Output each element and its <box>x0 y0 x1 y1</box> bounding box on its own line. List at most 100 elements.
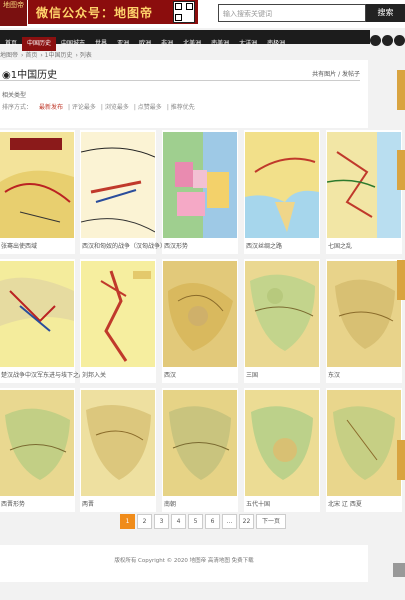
main-nav: 首页 中国历史 中国城市 世界 亚洲 欧洲 非洲 北美洲 南美洲 大洋洲 南极洲 <box>0 30 370 51</box>
search-placeholder: 输入搜索关键词 <box>223 10 272 18</box>
map-card[interactable]: 西汉丝绸之路 <box>244 130 320 254</box>
map-card[interactable]: 西晋形势 <box>0 388 75 512</box>
card-caption: 三国 <box>246 372 259 379</box>
map-thumbnail <box>0 261 74 367</box>
card-caption: 西汉丝绸之路 <box>246 243 283 250</box>
card-caption: 张骞出使西域 <box>1 243 38 250</box>
card-caption: 西汉形势 <box>164 243 189 250</box>
footer: 版权所有 Copyright © 2020 地图帝 高清地图 免费下载 <box>0 545 368 582</box>
card-caption: 西汉和匈奴的战争（汉匈战争） <box>82 243 167 250</box>
page-title: ◉1中国历史 <box>2 70 58 81</box>
search-input[interactable]: 输入搜索关键词 <box>218 4 366 22</box>
nav-item-home[interactable]: 首页 <box>0 37 22 51</box>
search-button[interactable]: 搜索 <box>366 4 405 22</box>
breadcrumb: 地图帝 › 首页 › 1中国历史 › 列表 <box>0 52 92 59</box>
nav-item-north-america[interactable]: 北美洲 <box>178 37 206 51</box>
map-card[interactable]: 西汉和匈奴的战争（汉匈战争） <box>80 130 166 254</box>
sort-options: 排序方式： 最新发布 | 评论最多 | 浏览最多 | 点赞最多 | 推荐优先 <box>2 104 195 111</box>
category-label: 相关类型 <box>2 92 27 99</box>
copyright-text: 版权所有 Copyright © 2020 地图帝 高清地图 免费下载 <box>114 558 254 564</box>
map-thumbnail <box>81 132 155 238</box>
banner-text: 微信公众号：地图帝 <box>36 6 154 20</box>
sort-latest[interactable]: 最新发布 <box>39 104 63 111</box>
nav-item-antarctica[interactable]: 南极洲 <box>262 37 290 51</box>
map-card[interactable]: 两晋 <box>80 388 156 512</box>
nav-item-europe[interactable]: 欧洲 <box>134 37 156 51</box>
page-4[interactable]: 4 <box>171 514 186 529</box>
map-thumbnail <box>327 261 401 367</box>
map-thumbnail <box>245 261 319 367</box>
map-thumbnail <box>245 132 319 238</box>
breadcrumb-item[interactable]: 首页 <box>25 52 37 59</box>
side-tab[interactable] <box>397 260 405 300</box>
page-22[interactable]: 22 <box>239 514 254 529</box>
map-card[interactable]: 五代十国 <box>244 388 320 512</box>
back-to-top-icon[interactable] <box>393 563 405 577</box>
breadcrumb-item[interactable]: 地图帝 <box>0 52 18 59</box>
sort-label: 排序方式： <box>2 104 33 111</box>
breadcrumb-item[interactable]: 1中国历史 <box>45 52 73 59</box>
map-card[interactable]: 东汉 <box>326 259 402 383</box>
map-card[interactable]: 张骞出使西域 <box>0 130 75 254</box>
social-icons <box>369 31 405 50</box>
sort-comments[interactable]: 评论最多 <box>72 104 96 111</box>
pagination: 1 2 3 4 5 6... 22 下一页 <box>120 514 288 529</box>
page-ellipsis: ... <box>222 514 237 529</box>
qr-code-icon <box>173 1 195 23</box>
page-2[interactable]: 2 <box>137 514 152 529</box>
nav-item-asia[interactable]: 亚洲 <box>112 37 134 51</box>
nav-item-africa[interactable]: 非洲 <box>156 37 178 51</box>
breadcrumb-item: 列表 <box>79 52 92 59</box>
wechat-icon[interactable] <box>382 35 393 46</box>
nav-item-world[interactable]: 世界 <box>90 37 112 51</box>
logo-text: 地图帝 <box>3 1 24 9</box>
sort-likes[interactable]: 点赞最多 <box>138 104 162 111</box>
site-logo[interactable]: 地图帝 <box>0 0 27 26</box>
map-thumbnail <box>163 132 237 238</box>
map-card[interactable]: 三国 <box>244 259 320 383</box>
map-card[interactable]: 刘邦入关 <box>80 259 156 383</box>
card-caption: 五代十国 <box>246 501 271 508</box>
page-3[interactable]: 3 <box>154 514 169 529</box>
map-thumbnail <box>163 261 237 367</box>
map-thumbnail <box>81 390 155 496</box>
page-5[interactable]: 5 <box>188 514 203 529</box>
sort-views[interactable]: 浏览最多 <box>105 104 129 111</box>
top-bar: 地图帝 微信公众号：地图帝 输入搜索关键词 搜索 <box>0 0 405 28</box>
nav-item-south-america[interactable]: 南美洲 <box>206 37 234 51</box>
card-caption: 东汉 <box>328 372 341 379</box>
map-card[interactable]: 南朝 <box>162 388 238 512</box>
map-card[interactable]: 西汉形势 <box>162 130 238 254</box>
card-caption: 楚汉战争中汉军东进与垓下之战 <box>1 372 86 379</box>
map-thumbnail <box>327 390 401 496</box>
card-caption: 南朝 <box>164 501 177 508</box>
map-thumbnail <box>0 390 74 496</box>
card-caption: 西汉 <box>164 372 177 379</box>
page-1[interactable]: 1 <box>120 514 135 529</box>
card-caption: 两晋 <box>82 501 95 508</box>
map-card[interactable]: 七国之乱 <box>326 130 402 254</box>
map-thumbnail <box>327 132 401 238</box>
next-page-button[interactable]: 下一页 <box>256 514 287 529</box>
side-tab[interactable] <box>397 150 405 190</box>
nav-item-china-history[interactable]: 中国历史 <box>22 37 57 51</box>
page-6[interactable]: 6 <box>205 514 220 529</box>
map-thumbnail <box>81 261 155 367</box>
sort-recommended[interactable]: 推荐优先 <box>171 104 195 111</box>
nav-item-china-cities[interactable]: 中国城市 <box>56 37 90 51</box>
wechat-banner[interactable]: 微信公众号：地图帝 <box>28 0 198 24</box>
side-tab[interactable] <box>397 70 405 110</box>
side-tab[interactable] <box>397 440 405 480</box>
category-panel: ◉1中国历史 共有图片 / 发帖子 相关类型 排序方式： 最新发布 | 评论最多 |… <box>0 60 368 128</box>
map-card[interactable]: 楚汉战争中汉军东进与垓下之战 <box>0 259 85 383</box>
card-caption: 七国之乱 <box>328 243 353 250</box>
map-card[interactable]: 西汉 <box>162 259 238 383</box>
page-meta[interactable]: 共有图片 / 发帖子 <box>312 69 360 78</box>
map-card[interactable]: 北宋 辽 西夏 <box>326 388 402 512</box>
map-thumbnail <box>245 390 319 496</box>
card-caption: 北宋 辽 西夏 <box>328 501 362 508</box>
card-caption: 西晋形势 <box>1 501 26 508</box>
nav-item-oceania[interactable]: 大洋洲 <box>234 37 262 51</box>
qq-icon[interactable] <box>394 35 405 46</box>
weibo-icon[interactable] <box>370 35 381 46</box>
